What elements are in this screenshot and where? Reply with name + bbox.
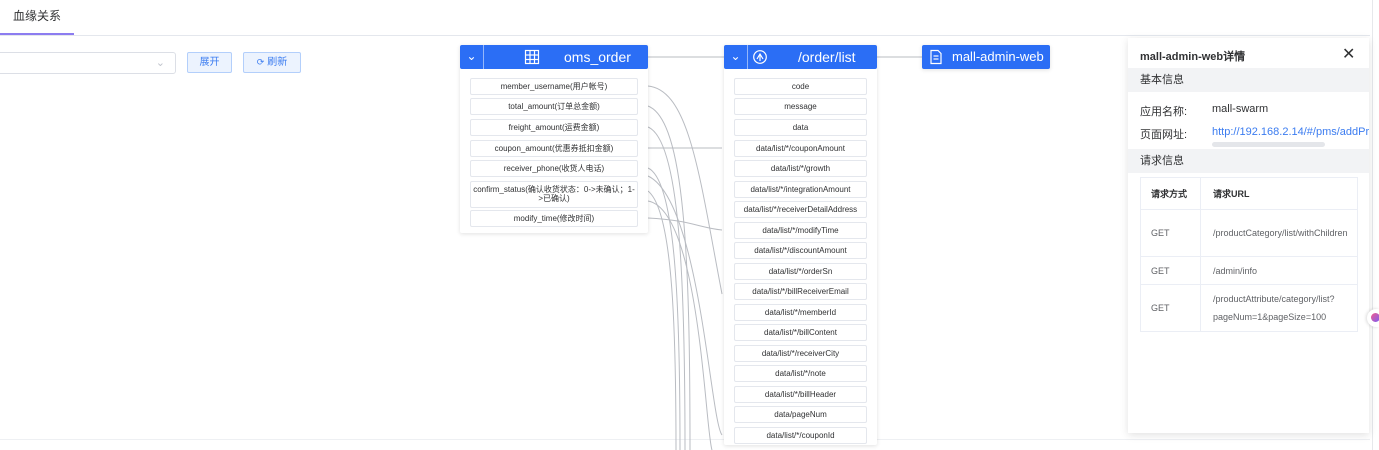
table-icon — [524, 49, 540, 65]
field-item[interactable]: data/pageNum — [734, 406, 867, 423]
field-item[interactable]: data/list/*/growth — [734, 160, 867, 177]
app-name-value: mall-swarm — [1212, 103, 1269, 115]
field-item[interactable]: member_username(用户帐号) — [470, 78, 638, 95]
request-url: /productAttribute/category/list?pageNum=… — [1200, 284, 1358, 332]
field-item[interactable]: freight_amount(运费金额) — [470, 119, 638, 136]
expand-button-label: 展开 — [199, 57, 220, 68]
tab-lineage[interactable]: 血缘关系 — [0, 0, 74, 35]
chevron-down-icon: ⌄ — [466, 49, 477, 63]
request-info-section: 请求信息 — [1128, 149, 1369, 173]
table-row[interactable]: GET /productCategory/list/withChildren — [1140, 209, 1358, 257]
collapse-toggle[interactable]: ⌄ — [460, 45, 484, 69]
field-item[interactable]: data/list/*/integrationAmount — [734, 181, 867, 198]
column-header-url: 请求URL — [1200, 177, 1358, 210]
field-item[interactable]: data/list/*/receiverDetailAddress — [734, 201, 867, 218]
node-oms-order-header[interactable]: ⌄ oms_order — [460, 45, 648, 69]
field-item[interactable]: data/list/*/billReceiverEmail — [734, 283, 867, 300]
horizontal-scrollbar[interactable] — [1212, 142, 1325, 147]
tab-lineage-label: 血缘关系 — [13, 9, 62, 23]
page-url-link[interactable]: http://192.168.2.14/#/pms/addProduct — [1212, 126, 1369, 138]
table-header-row: 请求方式 请求URL — [1140, 177, 1358, 210]
app-name-label: 应用名称: — [1140, 106, 1188, 118]
request-method: GET — [1140, 256, 1201, 285]
table-row[interactable]: GET /productAttribute/category/list?page… — [1140, 284, 1358, 332]
node-mall-admin-web-header[interactable]: mall-admin-web — [922, 45, 1050, 69]
request-url: /productCategory/list/withChildren — [1200, 209, 1358, 257]
node-title: mall-admin-web — [952, 49, 1044, 64]
refresh-button[interactable]: ⟳ 刷新 — [243, 52, 301, 73]
field-item[interactable]: data/list/*/note — [734, 365, 867, 382]
field-item[interactable]: total_amount(订单总金额) — [470, 98, 638, 115]
refresh-icon: ⟳ — [256, 57, 265, 67]
assistant-float-icon[interactable] — [1367, 309, 1379, 327]
collapse-toggle[interactable]: ⌄ — [724, 45, 748, 69]
request-method: GET — [1140, 284, 1201, 332]
api-icon — [753, 50, 767, 64]
table-row[interactable]: GET /admin/info — [1140, 256, 1358, 285]
basic-info-section: 基本信息 — [1128, 68, 1369, 92]
field-item[interactable]: modify_time(修改时间) — [470, 210, 638, 227]
node-mall-admin-web[interactable]: mall-admin-web — [922, 45, 1050, 69]
document-icon — [930, 49, 942, 65]
column-header-method: 请求方式 — [1140, 177, 1201, 210]
panel-title: mall-admin-web详情 — [1140, 51, 1246, 63]
details-panel: mall-admin-web详情 ✕ 基本信息 应用名称: mall-swarm… — [1128, 38, 1369, 433]
active-tab-indicator — [0, 33, 74, 35]
chevron-down-icon: ⌄ — [155, 57, 165, 69]
field-item[interactable]: data/list/*/receiverCity — [734, 345, 867, 362]
page-url-label: 页面网址: — [1140, 129, 1188, 141]
node-select[interactable]: ⌄ — [0, 52, 176, 74]
refresh-button-label: 刷新 — [267, 57, 288, 68]
tab-bar: 血缘关系 — [0, 0, 1370, 36]
field-item[interactable]: message — [734, 98, 867, 115]
request-method: GET — [1140, 209, 1201, 257]
field-item[interactable]: receiver_phone(收货人电话) — [470, 160, 638, 177]
node-order-list-header[interactable]: ⌄ /order/list — [724, 45, 877, 69]
chevron-down-icon: ⌄ — [730, 49, 741, 63]
field-item[interactable]: data/list/*/couponId — [734, 427, 867, 444]
node-oms-order[interactable]: ⌄ oms_order member_username(用户帐号) total_… — [460, 45, 648, 233]
field-item[interactable]: data/list/*/modifyTime — [734, 222, 867, 239]
field-item[interactable]: data/list/*/billHeader — [734, 386, 867, 403]
node-title: oms_order — [564, 49, 631, 65]
field-item[interactable]: data/list/*/memberId — [734, 304, 867, 321]
expand-button[interactable]: 展开 — [187, 52, 232, 73]
request-url: /admin/info — [1200, 256, 1358, 285]
field-item[interactable]: data/list/*/discountAmount — [734, 242, 867, 259]
field-item[interactable]: data/list/*/billContent — [734, 324, 867, 341]
field-item[interactable]: data — [734, 119, 867, 136]
node-title: /order/list — [798, 49, 856, 65]
field-item[interactable]: code — [734, 78, 867, 95]
close-icon[interactable]: ✕ — [1342, 44, 1355, 64]
field-item[interactable]: confirm_status(确认收货状态：0->未确认；1->已确认) — [470, 181, 638, 208]
node-order-list[interactable]: ⌄ /order/list code message data data/lis… — [724, 45, 877, 445]
field-item[interactable]: data/list/*/couponAmount — [734, 140, 867, 157]
request-table: 请求方式 请求URL GET /productCategory/list/wit… — [1140, 177, 1358, 332]
canvas-bottom-border — [0, 439, 1370, 440]
window-edge — [1372, 0, 1373, 450]
field-item[interactable]: coupon_amount(优惠券抵扣金额) — [470, 140, 638, 157]
field-item[interactable]: data/list/*/orderSn — [734, 263, 867, 280]
